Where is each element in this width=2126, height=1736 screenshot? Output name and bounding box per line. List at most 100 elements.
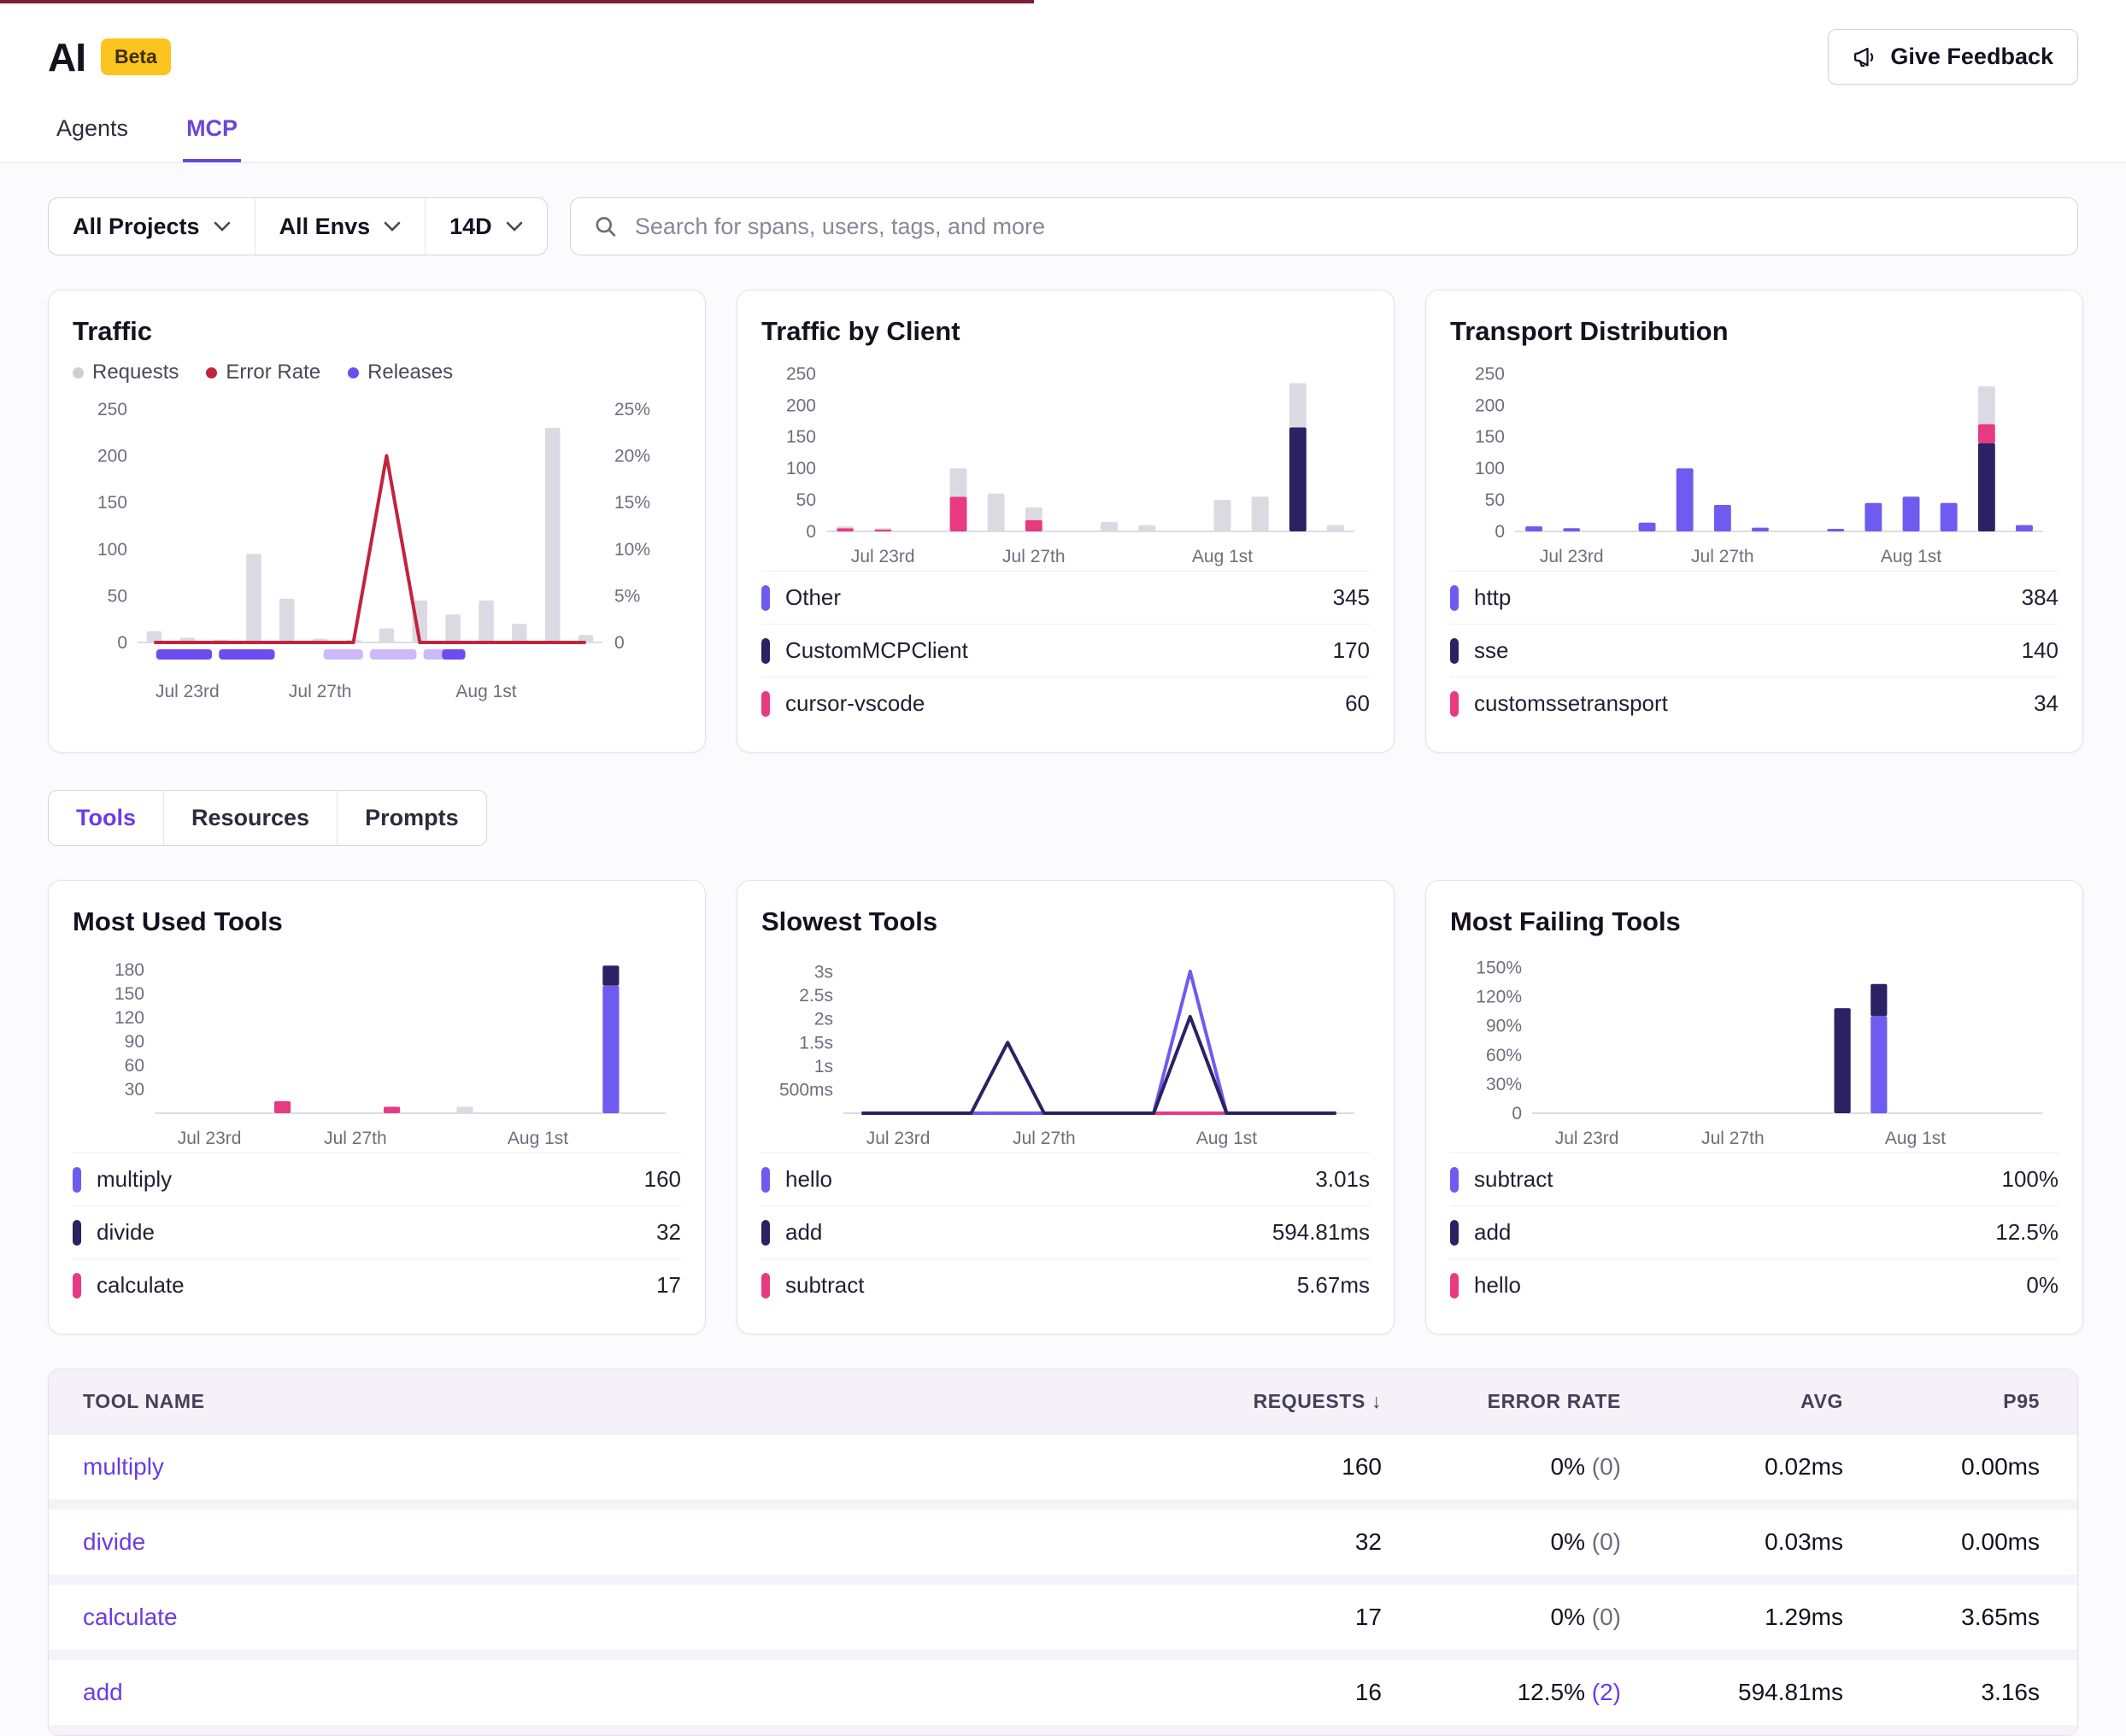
project-filter-dropdown[interactable]: All Projects (49, 198, 255, 255)
legend-row-sse[interactable]: sse140 (1450, 624, 2058, 677)
svg-text:100: 100 (97, 540, 127, 560)
tool-name-link[interactable]: calculate (49, 1604, 1206, 1631)
most-used-tools-chart[interactable]: 306090120150180Jul 23rdJul 27thAug 1st (73, 949, 681, 1152)
beta-badge: Beta (101, 38, 171, 75)
legend-row-hello[interactable]: hello3.01s (761, 1152, 1370, 1205)
legend-requests[interactable]: Requests (73, 361, 179, 384)
date-range-label: 14D (449, 214, 492, 240)
calculate-swatch (73, 1273, 81, 1299)
client-legend: Other345 CustomMCPClient170 cursor-vscod… (761, 571, 1370, 730)
svg-text:150: 150 (786, 427, 816, 447)
tab-mcp[interactable]: MCP (183, 110, 241, 162)
transport-distribution-card: Transport Distribution 050100150200250Ju… (1425, 290, 2083, 753)
col-tool-name[interactable]: TOOL NAME (49, 1390, 1206, 1413)
traffic-chart[interactable]: 05010015020025005%10%15%20%25%Jul 23rdJu… (73, 391, 681, 706)
slowest-legend: hello3.01s add594.81ms subtract5.67ms (761, 1152, 1370, 1311)
svg-text:90%: 90% (1486, 1017, 1522, 1036)
cursor-vscode-swatch (761, 691, 770, 717)
requests-dot (73, 367, 84, 378)
svg-text:Jul 27th: Jul 27th (1701, 1129, 1765, 1148)
col-error-rate[interactable]: ERROR RATE (1419, 1390, 1659, 1413)
legend-row-multiply[interactable]: multiply160 (73, 1152, 681, 1205)
svg-text:60%: 60% (1486, 1046, 1522, 1065)
tab-agents[interactable]: Agents (53, 110, 132, 162)
svg-text:2.5s: 2.5s (799, 986, 833, 1006)
page-title: AI (48, 34, 85, 80)
tab-prompts[interactable]: Prompts (337, 791, 486, 845)
tab-tools[interactable]: Tools (49, 791, 163, 845)
svg-text:50: 50 (108, 586, 127, 606)
col-requests[interactable]: REQUESTS ↓ (1206, 1390, 1419, 1413)
legend-row-add[interactable]: add12.5% (1450, 1205, 2058, 1258)
traffic-card-title: Traffic (73, 316, 681, 347)
svg-text:Aug 1st: Aug 1st (1881, 547, 1941, 566)
slowest-tools-title: Slowest Tools (761, 906, 1370, 937)
most-failing-tools-chart[interactable]: 030%60%90%120%150%Jul 23rdJul 27thAug 1s… (1450, 949, 2058, 1152)
avg-cell: 0.03ms (1659, 1528, 1881, 1556)
date-range-dropdown[interactable]: 14D (425, 198, 547, 255)
tool-name-link[interactable]: divide (49, 1528, 1206, 1556)
legend-row-subtract[interactable]: subtract100% (1450, 1152, 2058, 1205)
legend-releases[interactable]: Releases (348, 361, 453, 384)
legend-row-other[interactable]: Other345 (761, 571, 1370, 624)
p95-cell: 0.00ms (1881, 1453, 2077, 1481)
releases-dot (348, 367, 359, 378)
legend-row-calculate[interactable]: calculate17 (73, 1258, 681, 1311)
add-swatch (1450, 1220, 1459, 1246)
legend-row-add[interactable]: add594.81ms (761, 1205, 1370, 1258)
legend-row-cursor-vscode[interactable]: cursor-vscode60 (761, 677, 1370, 730)
legend-row-customssetransport[interactable]: customssetransport34 (1450, 677, 2058, 730)
svg-text:180: 180 (115, 960, 144, 980)
search-box (570, 197, 2078, 255)
avg-cell: 1.29ms (1659, 1604, 1881, 1631)
search-input[interactable] (633, 213, 2055, 241)
tool-name-link[interactable]: multiply (49, 1453, 1206, 1481)
most-failing-legend: subtract100% add12.5% hello0% (1450, 1152, 2058, 1311)
legend-row-subtract[interactable]: subtract5.67ms (761, 1258, 1370, 1311)
traffic-by-client-chart[interactable]: 050100150200250Jul 23rdJul 27thAug 1st (761, 359, 1370, 571)
error-count: (0) (1592, 1528, 1621, 1555)
requests-cell: 160 (1206, 1453, 1419, 1481)
slowest-tools-chart[interactable]: 500ms1s1.5s2s2.5s3sJul 23rdJul 27thAug 1… (761, 949, 1370, 1152)
tool-name-link[interactable]: add (49, 1679, 1206, 1706)
svg-text:120: 120 (115, 1008, 144, 1028)
svg-text:Jul 27th: Jul 27th (1002, 547, 1066, 566)
table-row: calculate 17 0% (0) 1.29ms 3.65ms (49, 1585, 2077, 1660)
transport-distribution-chart[interactable]: 050100150200250Jul 23rdJul 27thAug 1st (1450, 359, 2058, 571)
col-avg[interactable]: AVG (1659, 1390, 1881, 1413)
chevron-down-icon (384, 221, 401, 232)
give-feedback-button[interactable]: Give Feedback (1828, 29, 2078, 85)
legend-row-http[interactable]: http384 (1450, 571, 2058, 624)
primary-tabs: Agents MCP (48, 110, 2078, 162)
svg-text:Aug 1st: Aug 1st (1196, 1129, 1257, 1148)
entity-segmented-control: Tools Resources Prompts (48, 790, 487, 846)
svg-text:5%: 5% (614, 586, 640, 606)
legend-row-hello[interactable]: hello0% (1450, 1258, 2058, 1311)
svg-text:2s: 2s (814, 1010, 833, 1029)
environment-filter-dropdown[interactable]: All Envs (255, 198, 426, 255)
legend-error-rate[interactable]: Error Rate (206, 361, 320, 384)
svg-text:Jul 23rd: Jul 23rd (1540, 547, 1604, 566)
svg-text:15%: 15% (614, 493, 650, 513)
traffic-legend: Requests Error Rate Releases (73, 361, 681, 384)
svg-text:Jul 27th: Jul 27th (1691, 547, 1754, 566)
svg-text:Aug 1st: Aug 1st (508, 1129, 568, 1148)
col-p95[interactable]: P95 (1881, 1390, 2077, 1413)
most-failing-tools-card: Most Failing Tools 030%60%90%120%150%Jul… (1425, 880, 2083, 1334)
legend-row-custommcpclient[interactable]: CustomMCPClient170 (761, 624, 1370, 677)
legend-row-divide[interactable]: divide32 (73, 1205, 681, 1258)
svg-text:100: 100 (1475, 459, 1505, 478)
error-count: (2) (1592, 1679, 1621, 1705)
customssetransport-swatch (1450, 691, 1459, 717)
transport-legend: http384 sse140 customssetransport34 (1450, 571, 2058, 730)
table-row: multiply 160 0% (0) 0.02ms 0.00ms (49, 1434, 2077, 1510)
svg-text:Aug 1st: Aug 1st (1192, 547, 1253, 566)
svg-text:0: 0 (1512, 1104, 1522, 1123)
svg-text:150: 150 (115, 984, 144, 1004)
sse-swatch (1450, 638, 1459, 664)
svg-text:0: 0 (1495, 522, 1505, 542)
svg-text:250: 250 (786, 364, 816, 384)
error-rate-dot (206, 367, 217, 378)
tab-resources[interactable]: Resources (163, 791, 337, 845)
filter-dropdown-group: All Projects All Envs 14D (48, 197, 548, 255)
